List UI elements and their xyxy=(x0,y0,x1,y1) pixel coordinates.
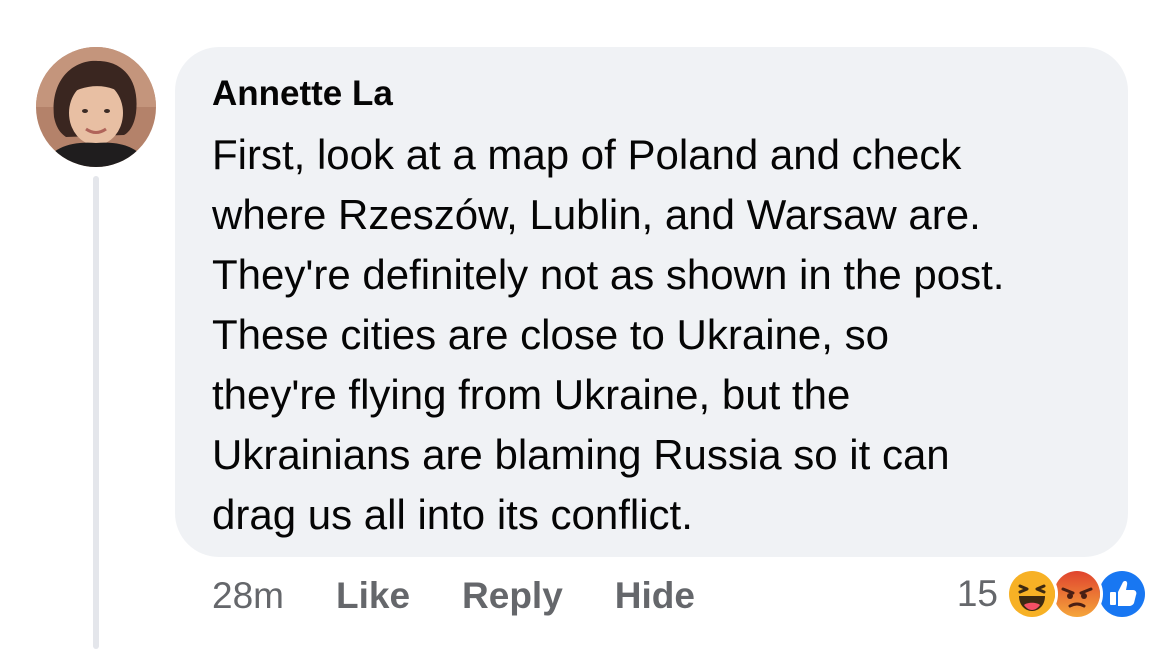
like-button[interactable]: Like xyxy=(336,575,410,617)
comment-author[interactable]: Annette La xyxy=(212,73,1098,115)
comment-actions: 28m Like Reply Hide xyxy=(212,573,747,619)
reply-button[interactable]: Reply xyxy=(462,575,563,617)
reaction-count: 15 xyxy=(956,573,998,614)
avatar[interactable] xyxy=(36,47,156,167)
thread-line xyxy=(93,176,99,649)
comment-text: First, look at a map of Poland and check… xyxy=(212,131,1005,538)
hide-button[interactable]: Hide xyxy=(615,575,695,617)
reaction-icons xyxy=(1006,568,1148,620)
comment-timestamp[interactable]: 28m xyxy=(212,575,284,617)
angry-icon xyxy=(1051,568,1103,620)
reaction-summary[interactable]: 15 xyxy=(957,568,1148,620)
haha-icon xyxy=(1006,568,1058,620)
comment-bubble: Annette La First, look at a map of Polan… xyxy=(175,47,1128,557)
like-icon xyxy=(1096,568,1148,620)
